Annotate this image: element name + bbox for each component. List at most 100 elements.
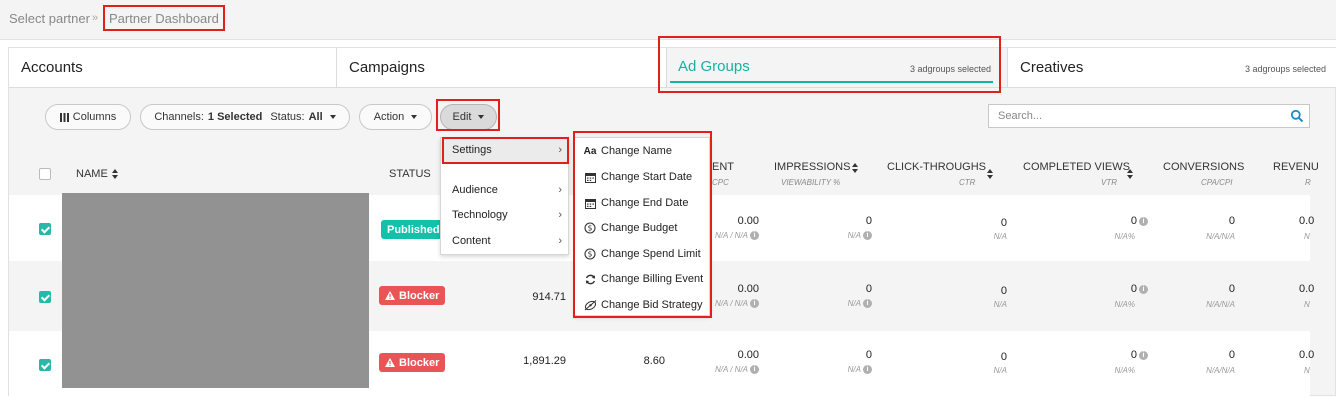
info-icon[interactable]: i [1139,284,1148,294]
budget-value: 1,891.29 [523,355,566,367]
column-header-name[interactable]: NAME [76,168,108,180]
action-dropdown-button[interactable]: Action [359,104,432,130]
search-box [988,104,1310,128]
tab-ad-groups[interactable]: Ad Groups 3 adgroups selected [667,48,1008,88]
tab-accounts[interactable]: Accounts [9,48,337,88]
status-badge-label: Published [387,223,440,236]
column-header-revenue[interactable]: REVENU [1273,161,1319,173]
tab-campaigns[interactable]: Campaigns [337,48,667,88]
channels-label: Channels: [154,111,204,123]
edit-dropdown-menu: Settings › Audience › Technology › Conte… [440,137,569,255]
daily-value: 8.60 [643,355,665,367]
menu-item-content-label: Content [452,235,491,247]
impressions-sub-value: N/A i [847,365,872,375]
vtr-value: N/A% [1114,300,1135,309]
column-header-completed-views[interactable]: COMPLETED VIEWS [1023,161,1130,173]
action-button-label: Action [373,111,405,123]
click-throughs-value: 0 [1000,217,1007,229]
chevron-down-icon [478,115,485,119]
sort-icon[interactable] [852,163,858,173]
chevron-right-icon: › [558,184,562,196]
ctr-value: N/A [993,366,1007,375]
menu-item-change-spend-limit[interactable]: $ Change Spend Limit [575,242,709,267]
row-checkbox[interactable] [39,291,51,303]
column-subheader-ctr: CTR [959,178,976,187]
chevron-right-icon: › [558,209,562,221]
info-icon[interactable]: i [750,231,759,241]
chevron-right-icon: › [558,235,562,247]
spend-sub-text: N/A / N/A [714,299,748,308]
impressions-value: 0 [865,215,872,227]
menu-item-change-budget[interactable]: $ Change Budget [575,216,709,241]
info-icon[interactable]: i [1139,216,1148,226]
completed-views-text: 0 [1130,215,1137,227]
dollar-circle-icon: $ [583,247,597,261]
warning-icon [385,358,395,367]
info-icon[interactable]: i [863,299,872,309]
menu-item-content[interactable]: Content › [441,229,568,254]
row-checkbox[interactable] [39,359,51,371]
redacted-names [62,193,369,388]
edit-dropdown-button[interactable]: Edit [440,104,497,130]
info-icon[interactable]: i [750,365,759,375]
column-subheader-viewability: VIEWABILITY % [781,178,841,187]
warning-icon [385,291,395,300]
status-badge: Blocker [379,286,446,305]
conversions-value: 0 [1228,215,1235,227]
info-icon[interactable]: i [1139,350,1148,360]
menu-item-audience-label: Audience [452,184,498,196]
sort-icon[interactable] [987,169,993,179]
revenue-sub-value: N [1304,232,1310,241]
breadcrumb-select-partner[interactable]: Select partner [9,11,90,26]
impressions-value: 0 [865,349,872,361]
menu-item-change-start-date[interactable]: Change Start Date [575,165,709,190]
menu-item-change-billing-event[interactable]: Change Billing Event [575,267,709,292]
bid-strategy-icon [583,298,597,312]
conversions-value: 0 [1228,349,1235,361]
active-tab-underline [670,81,993,83]
ctr-value: N/A [993,232,1007,241]
search-icon[interactable] [1290,109,1304,123]
budget-value: 914.71 [532,291,566,303]
spend-value: 0.00 [737,349,759,361]
status-badge-label: Blocker [399,289,440,302]
column-header-impressions[interactable]: IMPRESSIONS [774,161,850,173]
column-header-click-throughs[interactable]: CLICK-THROUGHS [887,161,986,173]
channels-status-filter[interactable]: Channels: 1 Selected Status: All [140,104,350,130]
column-subheader-vtr: VTR [1101,178,1117,187]
column-header-status[interactable]: STATUS [389,168,431,180]
select-all-checkbox[interactable] [39,168,51,180]
columns-button-label: Columns [72,111,117,123]
columns-icon [59,112,69,122]
menu-item-change-name[interactable]: Aa Change Name [575,139,709,164]
spend-sub-value: N/A / N/A i [714,299,759,309]
columns-button[interactable]: Columns [45,104,131,130]
menu-item-audience[interactable]: Audience › [441,178,568,203]
menu-item-change-end-date-label: Change End Date [601,197,689,209]
status-filter-value: All [308,111,323,123]
info-icon[interactable]: i [750,299,759,309]
spend-value: 0.00 [737,215,759,227]
column-header-conversions[interactable]: CONVERSIONS [1163,161,1244,173]
impressions-sub-text: N/A [847,231,861,240]
tab-creatives[interactable]: Creatives 3 adgroups selected [1008,48,1336,88]
revenue-value: 0.0 [1299,349,1315,361]
menu-item-technology[interactable]: Technology › [441,203,568,228]
menu-item-change-end-date[interactable]: Change End Date [575,191,709,216]
sort-icon[interactable] [1127,169,1133,179]
info-icon[interactable]: i [863,231,872,241]
impressions-sub-text: N/A [847,365,861,374]
search-input[interactable] [989,105,1279,127]
menu-item-settings[interactable]: Settings › [441,138,568,163]
sort-icon[interactable] [112,169,118,179]
menu-item-change-bid-strategy[interactable]: Change Bid Strategy [575,293,709,318]
column-header-spend[interactable]: ENT [712,161,734,173]
info-icon[interactable]: i [863,365,872,375]
vtr-value: N/A% [1114,232,1135,241]
tab-ad-groups-selection-note: 3 adgroups selected [909,64,991,74]
spend-sub-text: N/A / N/A [714,231,748,240]
row-checkbox[interactable] [39,223,51,235]
spend-sub-value: N/A / N/A i [715,365,759,375]
impressions-sub-text: N/A [847,299,861,308]
settings-submenu: Aa Change Name Change Start Date Change … [574,137,710,316]
